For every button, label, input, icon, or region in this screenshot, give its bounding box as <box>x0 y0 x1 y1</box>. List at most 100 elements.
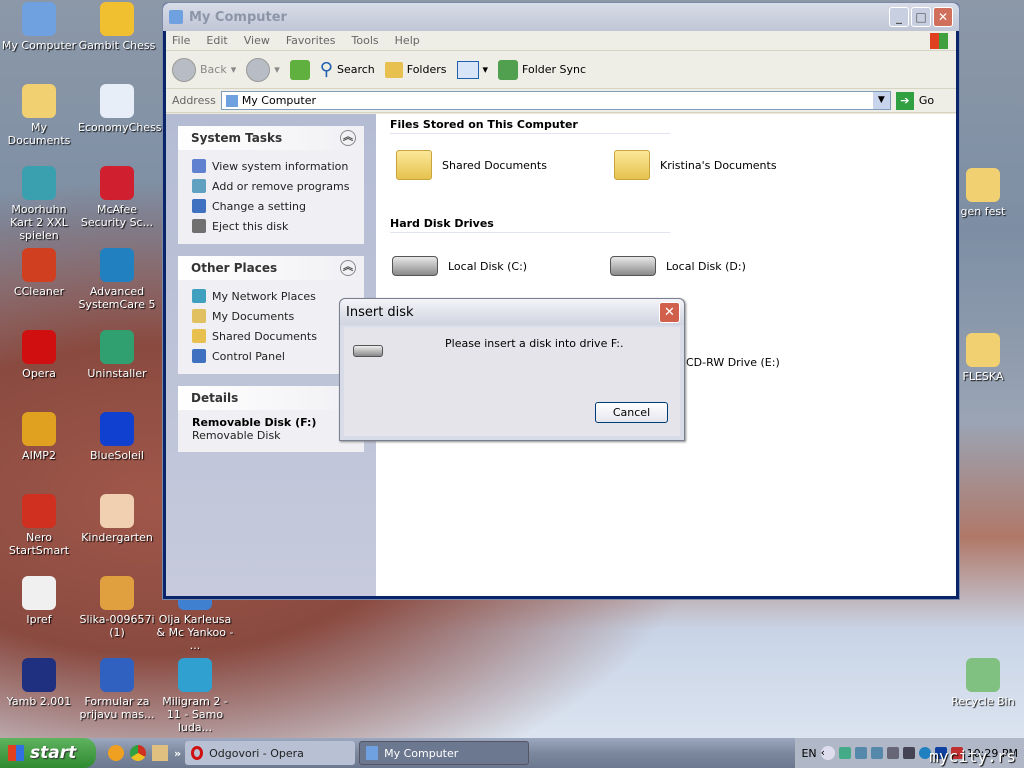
task-opera[interactable]: Odgovori - Opera <box>185 741 356 765</box>
menu-file[interactable]: File <box>172 34 190 47</box>
sync-icon <box>498 59 519 80</box>
folder-sync-button[interactable]: Folder Sync <box>498 59 586 80</box>
desktop-icon-label: Formular za prijavu mas... <box>79 695 155 721</box>
local-disk-d[interactable]: Local Disk (D:) <box>610 256 746 276</box>
forward-button[interactable]: ▾ <box>246 57 280 82</box>
other-places-header[interactable]: Other Places ︽ <box>178 256 364 280</box>
tray-monitor-icon[interactable] <box>902 747 915 759</box>
menu-help[interactable]: Help <box>395 34 420 47</box>
home-icon[interactable] <box>152 745 168 761</box>
desktop-icon[interactable]: Yamb 2.001 <box>0 658 78 708</box>
other-places-panel: Other Places ︽ My Network Places My Docume… <box>178 256 364 374</box>
app-icon <box>100 166 134 200</box>
quick-launch-more-icon[interactable]: » <box>174 747 181 760</box>
app-icon <box>178 658 212 692</box>
desktop-icon[interactable]: Kindergarten <box>78 494 156 544</box>
go-button[interactable]: Go <box>919 94 934 107</box>
desktop-icon-label: BlueSoleil <box>90 449 144 462</box>
folders-icon <box>384 61 403 78</box>
task-link[interactable]: My Documents <box>192 306 354 326</box>
task-link[interactable]: Control Panel <box>192 346 354 366</box>
address-dropdown[interactable]: ▼ <box>872 92 890 109</box>
desktop-icon[interactable]: Slika-009657i (1) <box>78 576 156 639</box>
hard-drive-icon <box>392 256 438 276</box>
desktop-icon[interactable]: McAfee Security Sc... <box>78 166 156 229</box>
task-my-computer[interactable]: My Computer <box>359 741 530 765</box>
start-button[interactable]: start <box>0 738 96 768</box>
desktop-icon[interactable]: Gambit Chess <box>78 2 156 52</box>
desktop-icon-label: McAfee Security Sc... <box>80 203 154 229</box>
chrome-icon[interactable] <box>130 745 146 761</box>
folders-button[interactable]: Folders <box>384 61 447 78</box>
task-link[interactable]: My Network Places <box>192 286 354 306</box>
views-button[interactable]: ▾ <box>456 60 488 79</box>
kristinas-documents-folder[interactable]: Kristina's Documents <box>614 150 777 180</box>
volume-icon[interactable] <box>886 747 899 759</box>
task-icon <box>192 329 206 343</box>
desktop-icon[interactable]: Uninstaller <box>78 330 156 380</box>
cancel-button[interactable]: Cancel <box>595 402 668 423</box>
desktop-icon[interactable]: Moorhuhn Kart 2 XXL spielen <box>0 166 78 242</box>
title-bar[interactable]: My Computer _ □ ✕ <box>163 3 959 31</box>
desktop-icon-label: Olja Karleusa & Mc Yankoo - ... <box>156 613 234 652</box>
desktop-icon[interactable]: BlueSoleil <box>78 412 156 462</box>
collapse-icon: ︽ <box>340 130 356 146</box>
up-folder-icon[interactable] <box>289 59 310 80</box>
task-link[interactable]: Shared Documents <box>192 326 354 346</box>
desktop-icon[interactable]: Miligram 2 - 11 - Samo luda... <box>156 658 234 734</box>
menu-edit[interactable]: Edit <box>206 34 227 47</box>
task-link[interactable]: View system information <box>192 156 354 176</box>
minimize-button[interactable]: _ <box>889 7 909 27</box>
windows-logo-icon <box>8 745 24 761</box>
task-link[interactable]: Eject this disk <box>192 216 354 236</box>
desktop-icon-label: AIMP2 <box>22 449 56 462</box>
desktop-icon[interactable]: EconomyChess <box>78 84 162 134</box>
tray-app-icon[interactable] <box>838 747 851 759</box>
menu-tools[interactable]: Tools <box>352 34 379 47</box>
desktop-icon[interactable]: My Computer <box>0 2 78 52</box>
system-tasks-panel: System Tasks ︽ View system information Add… <box>178 126 364 244</box>
menu-favorites[interactable]: Favorites <box>286 34 336 47</box>
cd-rw-drive-e[interactable]: CD-RW Drive (E:) <box>686 356 780 369</box>
quick-launch-orange-icon[interactable] <box>108 745 124 761</box>
desktop-icon[interactable]: My Documents <box>0 84 78 147</box>
menu-bar: File Edit View Favorites Tools Help <box>166 31 956 51</box>
task-icon <box>192 199 206 213</box>
close-button[interactable]: ✕ <box>933 7 953 27</box>
desktop-icon-label: My Documents <box>7 121 71 147</box>
app-icon <box>22 2 56 36</box>
task-link[interactable]: Add or remove programs <box>192 176 354 196</box>
menu-view[interactable]: View <box>244 34 270 47</box>
desktop-icon[interactable]: Nero StartSmart <box>0 494 78 557</box>
app-icon <box>22 166 56 200</box>
dialog-title-bar[interactable]: Insert disk ✕ <box>340 299 684 325</box>
search-button[interactable]: ⚲ Search <box>320 59 375 80</box>
desktop-icon[interactable]: Advanced SystemCare 5 <box>78 248 156 311</box>
task-icon <box>192 219 206 233</box>
app-icon <box>966 333 1000 367</box>
address-input[interactable]: My Computer ▼ <box>220 91 891 110</box>
desktop-icon[interactable]: Ipref <box>0 576 78 626</box>
desktop-icon[interactable]: Opera <box>0 330 78 380</box>
back-button[interactable]: Back ▾ <box>172 57 236 82</box>
go-arrow-icon[interactable]: ➔ <box>895 91 914 110</box>
desktop-icon[interactable]: Recycle Bin <box>944 658 1022 708</box>
network-disconnected-icon[interactable] <box>870 747 883 759</box>
desktop-icon[interactable]: CCleaner <box>0 248 78 298</box>
dialog-close-button[interactable]: ✕ <box>659 301 680 323</box>
task-link[interactable]: Change a setting <box>192 196 354 216</box>
tray-expand-icon[interactable]: ‹ <box>820 746 835 760</box>
local-disk-c[interactable]: Local Disk (C:) <box>392 256 527 276</box>
network-disconnected-icon[interactable] <box>854 747 867 759</box>
language-indicator[interactable]: EN <box>801 747 816 760</box>
desktop-icon[interactable]: AIMP2 <box>0 412 78 462</box>
desktop-icon[interactable]: Formular za prijavu mas... <box>78 658 156 721</box>
insert-disk-dialog: Insert disk ✕ Please insert a disk into d… <box>339 298 685 441</box>
address-bar: Address My Computer ▼ ➔ Go <box>166 89 956 113</box>
removable-drive-icon <box>353 345 383 357</box>
system-tasks-header[interactable]: System Tasks ︽ <box>178 126 364 150</box>
maximize-button[interactable]: □ <box>911 7 931 27</box>
details-header[interactable]: Details <box>178 386 364 410</box>
computer-icon <box>169 10 183 24</box>
shared-documents-folder[interactable]: Shared Documents <box>396 150 547 180</box>
